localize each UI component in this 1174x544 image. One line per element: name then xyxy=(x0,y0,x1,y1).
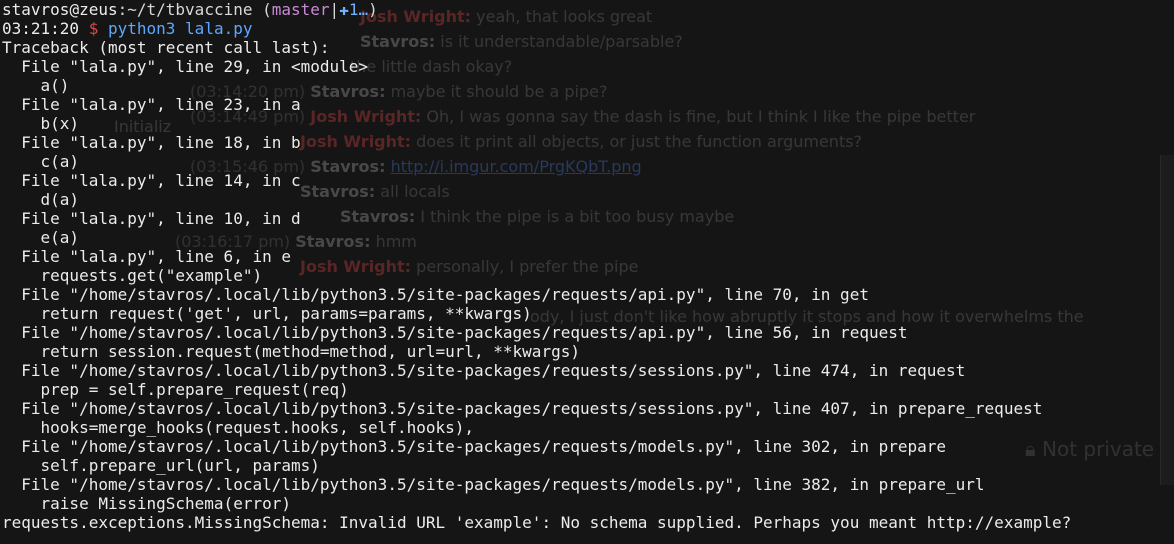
git-branch: master xyxy=(271,0,330,19)
traceback-file-line: File "/home/stavros/.local/lib/python3.5… xyxy=(2,475,985,494)
terminal-window[interactable]: Josh Wright: yeah, that looks great Stav… xyxy=(0,0,1174,544)
prompt-at: @ xyxy=(69,0,80,19)
traceback-file-line: File "lala.py", line 18, in b xyxy=(2,133,301,152)
prompt-host: zeus xyxy=(79,0,118,19)
prompt-time: 03:21:20 xyxy=(2,19,80,38)
traceback-file-line: File "lala.py", line 23, in a xyxy=(2,95,301,114)
traceback-code-line: hooks=merge_hooks(request.hooks, self.ho… xyxy=(2,418,475,437)
traceback-file-line: File "/home/stavros/.local/lib/python3.5… xyxy=(2,285,869,304)
git-separator: | xyxy=(329,0,340,19)
traceback-code-line: c(a) xyxy=(2,152,80,171)
exception-message: requests.exceptions.MissingSchema: Inval… xyxy=(2,513,1072,532)
traceback-code-line: prep = self.prepare_request(req) xyxy=(2,380,349,399)
traceback-code-line: raise MissingSchema(error) xyxy=(2,494,291,513)
prompt-path: ~/t/tbvaccine xyxy=(127,0,253,19)
traceback-code-line: self.prepare_url(url, params) xyxy=(2,456,320,475)
traceback-code-line: b(x) xyxy=(2,114,80,133)
traceback-file-line: File "lala.py", line 14, in c xyxy=(2,171,301,190)
traceback-file-line: File "/home/stavros/.local/lib/python3.5… xyxy=(2,361,966,380)
traceback-code-line: return request('get', url, params=params… xyxy=(2,304,532,323)
command-text: python3 lala.py xyxy=(107,19,253,38)
prompt-colon: : xyxy=(117,0,128,19)
traceback-code-line: requests.get("example") xyxy=(2,266,263,285)
traceback-file-line: File "lala.py", line 10, in d xyxy=(2,209,301,228)
prompt-line: stavros@zeus:~/t/tbvaccine (master|✚1…) xyxy=(2,0,1174,19)
traceback-file-line: File "/home/stavros/.local/lib/python3.5… xyxy=(2,437,947,456)
prompt-user: stavros xyxy=(2,0,70,19)
traceback-header: Traceback (most recent call last): xyxy=(2,38,330,57)
git-close-paren: ) xyxy=(368,0,378,19)
traceback-code-line: d(a) xyxy=(2,190,80,209)
prompt-symbol: $ xyxy=(88,19,99,38)
terminal-output: stavros@zeus:~/t/tbvaccine (master|✚1…) … xyxy=(0,0,1174,532)
git-open-paren: ( xyxy=(252,0,272,19)
traceback-file-line: File "lala.py", line 29, in <module> xyxy=(2,57,369,76)
traceback-code-line: return session.request(method=method, ur… xyxy=(2,342,580,361)
traceback-file-line: File "lala.py", line 6, in e xyxy=(2,247,291,266)
traceback-code-line: e(a) xyxy=(2,228,80,247)
traceback-file-line: File "/home/stavros/.local/lib/python3.5… xyxy=(2,323,908,342)
git-status: ✚1… xyxy=(339,0,369,19)
traceback-file-line: File "/home/stavros/.local/lib/python3.5… xyxy=(2,399,1043,418)
command-line[interactable]: 03:21:20 $ python3 lala.py xyxy=(2,19,1174,38)
traceback-code-line: a() xyxy=(2,76,70,95)
